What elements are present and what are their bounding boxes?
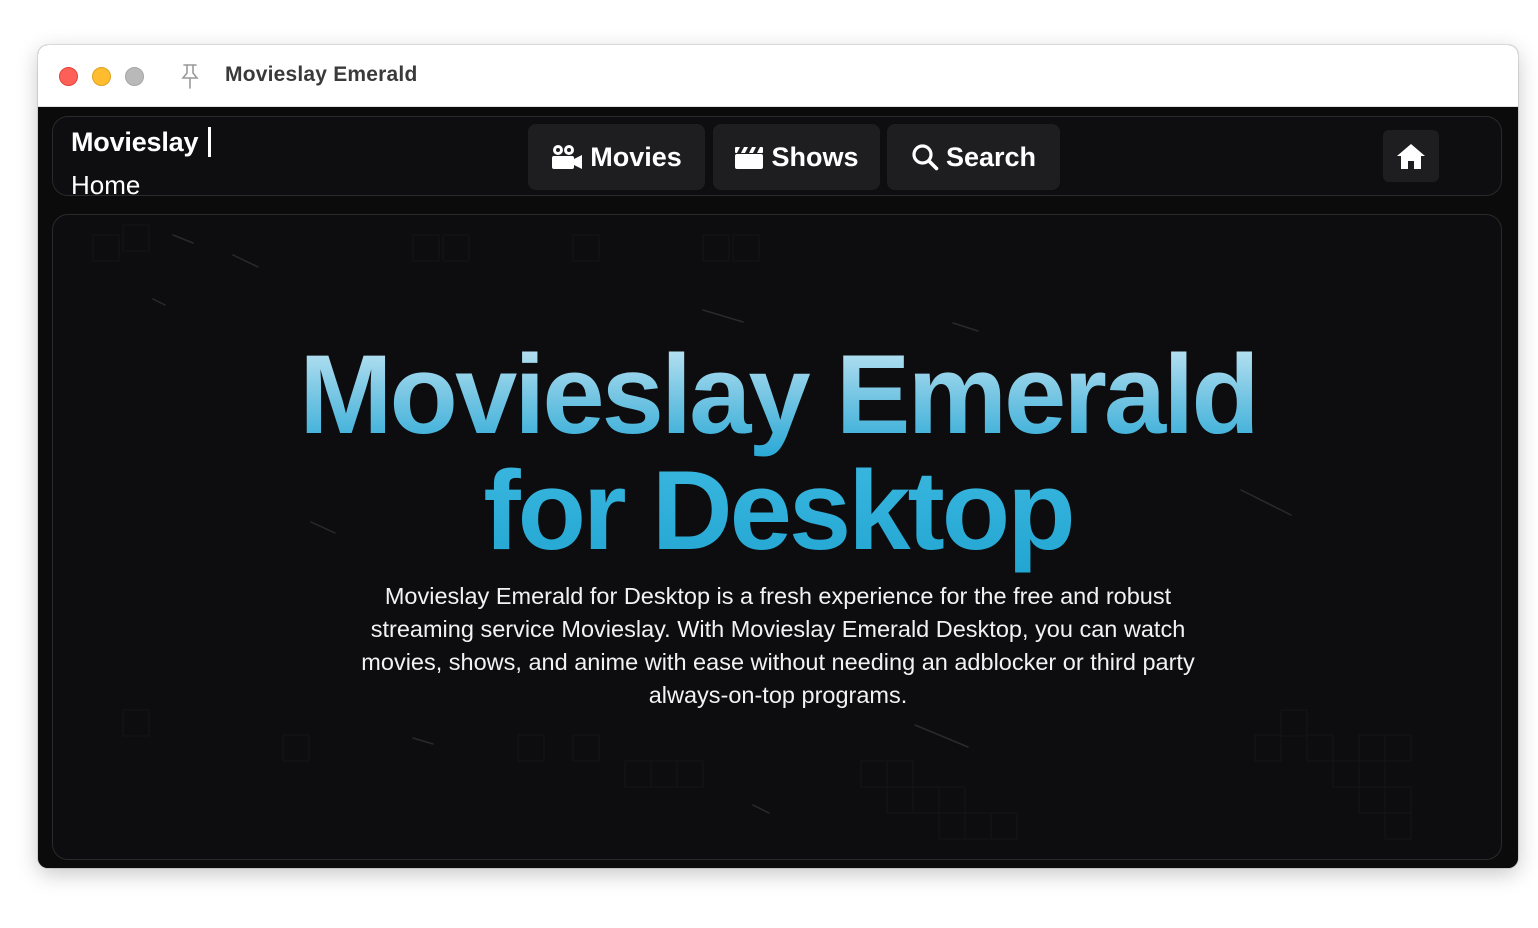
search-icon	[911, 143, 939, 171]
search-button-label: Search	[945, 141, 1037, 172]
window-title: Movieslay Emerald	[225, 63, 418, 86]
home-button[interactable]	[1383, 130, 1439, 182]
brand-separator	[208, 127, 212, 157]
brand-name: Movieslay	[71, 127, 199, 157]
brand: Movieslay Home	[71, 123, 212, 204]
navigation-bar: Movieslay Home Movies Shows Search	[52, 116, 1502, 200]
hero-section: Movieslay Emerald for Desktop Movieslay …	[52, 214, 1502, 860]
shows-button[interactable]: Shows	[713, 124, 880, 190]
movies-button[interactable]: Movies	[528, 124, 705, 190]
hero-headline-line-2: for Desktop	[483, 448, 1075, 573]
close-button[interactable]	[59, 67, 78, 86]
app-content: Movieslay Home Movies Shows Search Movie…	[38, 107, 1518, 868]
movies-button-label: Movies	[590, 141, 682, 172]
pin-icon[interactable]	[179, 62, 201, 90]
current-page-label: Home	[71, 170, 141, 200]
title-bar[interactable]: Movieslay Emerald	[38, 45, 1518, 107]
video-camera-icon	[551, 144, 583, 170]
app-window: Movieslay Emerald Movieslay Home Movies …	[38, 45, 1518, 868]
zoom-button[interactable]	[125, 67, 144, 86]
hero-headline-line-1: Movieslay Emerald	[299, 332, 1259, 457]
search-button[interactable]: Search	[887, 124, 1060, 190]
home-icon	[1397, 144, 1425, 169]
minimize-button[interactable]	[92, 67, 111, 86]
shows-button-label: Shows	[771, 141, 859, 172]
hero-description: Movieslay Emerald for Desktop is a fresh…	[361, 583, 1195, 708]
clapperboard-icon	[734, 144, 764, 170]
